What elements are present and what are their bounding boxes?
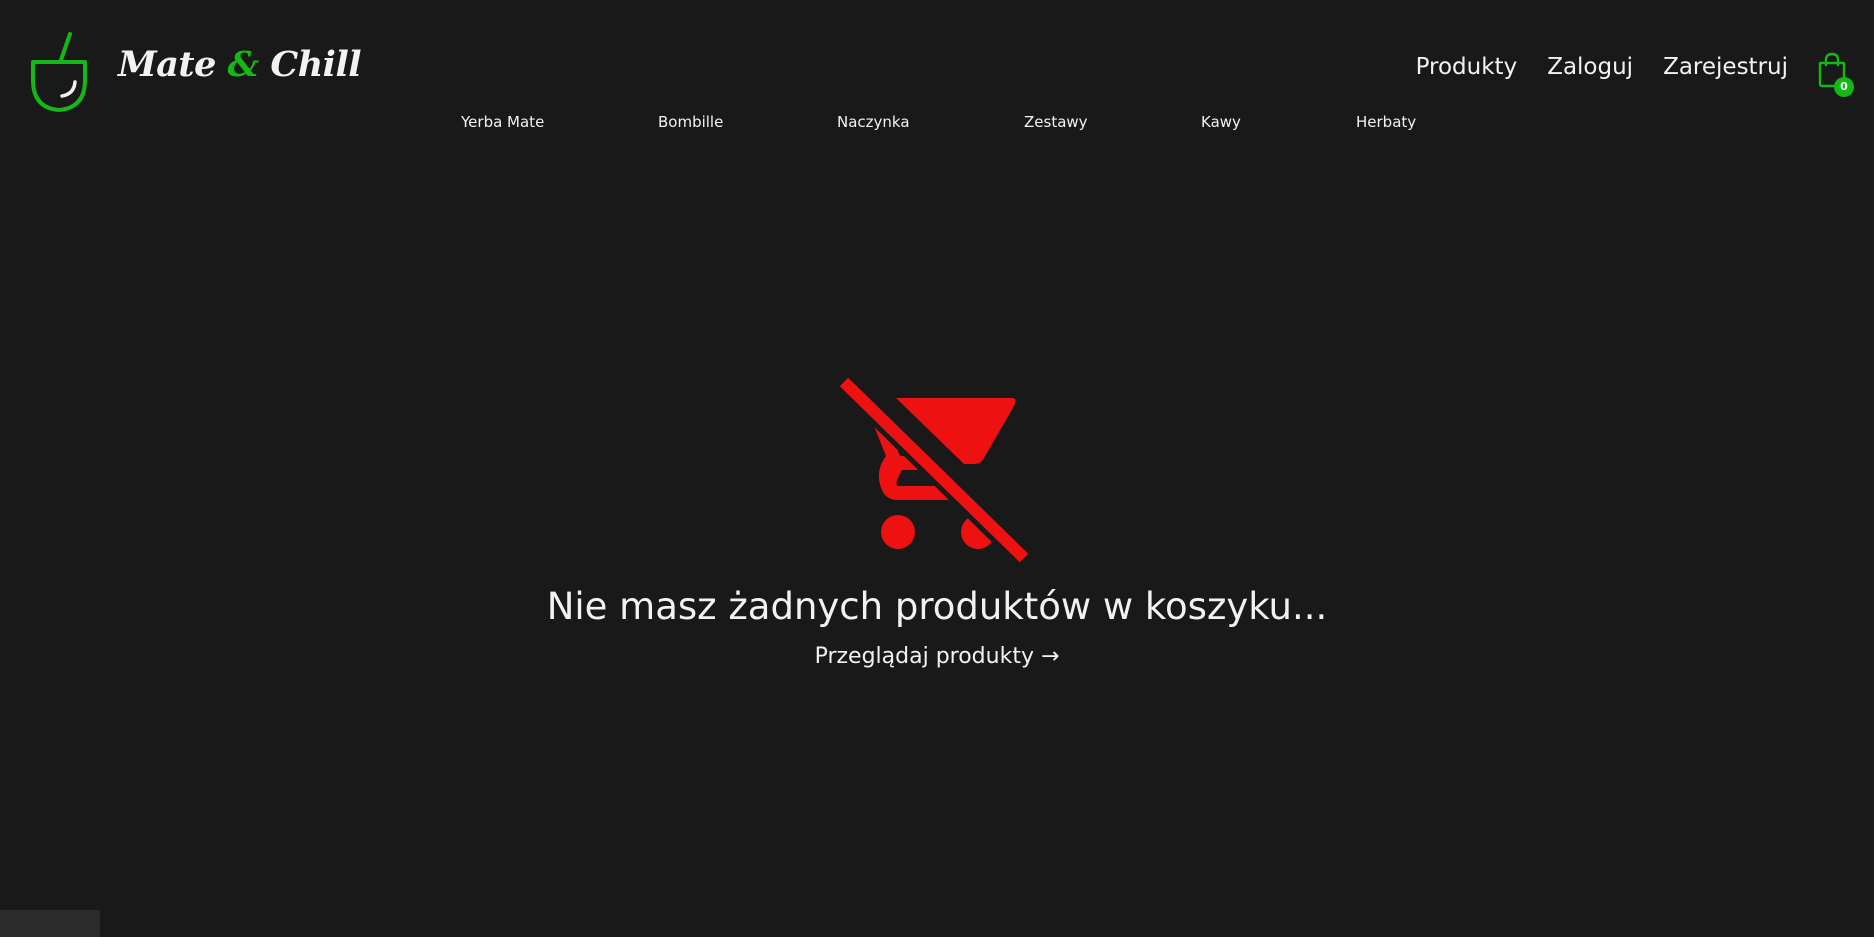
category-link-kawy[interactable]: Kawy (1201, 113, 1241, 131)
remove-shopping-cart-icon (836, 374, 1032, 566)
category-link-herbaty[interactable]: Herbaty (1356, 113, 1416, 131)
category-link-yerba-mate[interactable]: Yerba Mate (461, 113, 544, 131)
brand-name-part2: Chill (270, 43, 362, 85)
nav-link-login[interactable]: Zaloguj (1547, 54, 1633, 80)
home-logo-link[interactable]: Mate & Chill (26, 28, 362, 114)
cart-count-badge: 0 (1834, 77, 1854, 97)
browse-products-link[interactable]: Przeglądaj produkty → (0, 644, 1874, 669)
top-navigation: Produkty Zaloguj Zarejestruj (1416, 54, 1788, 80)
corner-widget (0, 910, 100, 937)
brand-name-part1: Mate (118, 43, 216, 85)
cart-page: Mate & Chill Produkty Zaloguj Zarejestru… (0, 0, 1874, 937)
nav-link-products[interactable]: Produkty (1416, 54, 1518, 80)
category-link-zestawy[interactable]: Zestawy (1024, 113, 1088, 131)
empty-cart-message: Nie masz żadnych produktów w koszyku... (546, 585, 1328, 628)
nav-link-register[interactable]: Zarejestruj (1663, 54, 1788, 80)
category-link-bombille[interactable]: Bombille (658, 113, 723, 131)
category-navigation: Yerba Mate Bombille Naczynka Zestawy Kaw… (0, 113, 1874, 133)
cart-button[interactable]: 0 (1816, 51, 1856, 101)
brand-name-ampersand: & (227, 43, 260, 85)
mate-cup-icon (31, 32, 87, 112)
brand-name: Mate & Chill (118, 43, 362, 85)
category-link-naczynka[interactable]: Naczynka (837, 113, 910, 131)
